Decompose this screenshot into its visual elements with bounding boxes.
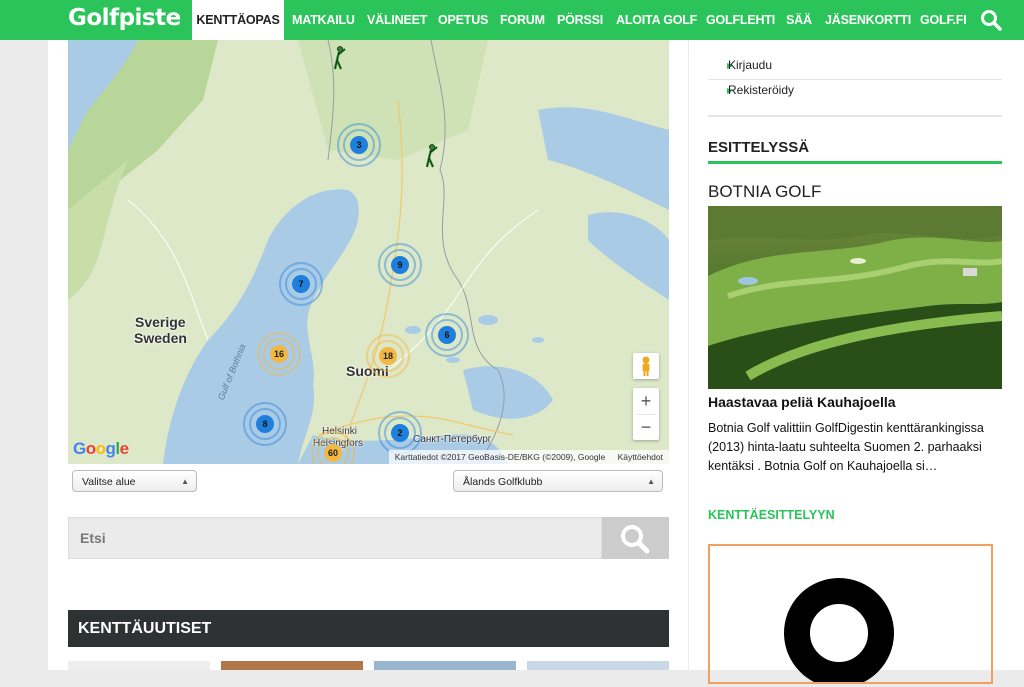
search-icon[interactable] [980, 9, 1002, 31]
map-cluster[interactable]: 18 [366, 334, 410, 378]
featured-section-title: ESITTELYSSÄ [708, 139, 810, 156]
map-attribution: Karttatiedot ©2017 GeoBasis-DE/BKG (©200… [388, 450, 669, 464]
nav-golflehti[interactable]: GOLFLEHTI [706, 0, 775, 40]
news-thumbnail[interactable] [68, 661, 210, 670]
nav-jasenkortti[interactable]: JÄSENKORTTI [825, 0, 911, 40]
nav-matkailu[interactable]: MATKAILU [292, 0, 355, 40]
ad-box[interactable] [708, 544, 993, 687]
map-cluster[interactable]: 8 [243, 402, 287, 446]
course-map[interactable]: Gulf of Bothnia Sverige Sweden Suomi Hel… [68, 40, 669, 464]
nav-golf-fi[interactable]: GOLF.FI [920, 0, 967, 40]
map-cluster[interactable]: 7 [279, 262, 323, 306]
news-thumbnail[interactable] [527, 661, 669, 670]
attribution-text: Karttatiedot ©2017 GeoBasis-DE/BKG (©200… [394, 452, 606, 462]
cluster-count: 16 [270, 345, 288, 363]
nav-opetus[interactable]: OPETUS [438, 0, 488, 40]
magnifier-icon [621, 525, 650, 554]
club-select-value: Ålands Golfklubb [463, 476, 543, 488]
nav-porssi[interactable]: PÖRSSI [557, 0, 603, 40]
map-terrain [68, 40, 669, 464]
zoom-control: + − [633, 388, 659, 440]
terms-link[interactable]: Käyttöehdot [618, 452, 663, 462]
feature-title[interactable]: BOTNIA GOLF [708, 182, 821, 202]
map-label-sweden: Sweden [134, 330, 187, 346]
map-cluster[interactable]: 3 [337, 123, 381, 167]
cluster-count: 18 [379, 347, 397, 365]
golfer-marker-icon[interactable] [424, 144, 438, 168]
region-select-value: Valitse alue [82, 476, 136, 488]
map-cluster[interactable]: 9 [378, 243, 422, 287]
golfer-marker-icon[interactable] [332, 46, 346, 70]
divider [708, 79, 1002, 80]
cluster-count: 2 [391, 424, 409, 442]
feature-headline[interactable]: Haastavaa peliä Kauhajoella [708, 394, 896, 410]
feature-photo[interactable] [708, 206, 1002, 389]
map-cluster[interactable]: 6 [425, 313, 469, 357]
news-thumbnail[interactable] [221, 661, 363, 670]
nav-aloita-golf[interactable]: ALOITA GOLF [616, 0, 697, 40]
google-logo: Google [73, 439, 129, 458]
map-label-sverige: Sverige [135, 314, 186, 330]
zoom-in-button[interactable]: + [633, 388, 659, 414]
loading-spinner-icon [784, 578, 894, 687]
nav-saa[interactable]: SÄÄ [786, 0, 812, 40]
nav-forum[interactable]: FORUM [500, 0, 545, 40]
login-link[interactable]: Kirjaudu [728, 58, 772, 72]
map-label-spb: Санкт-Петербург [413, 434, 492, 445]
map-cluster[interactable]: 2 [378, 411, 422, 455]
register-link[interactable]: Rekisteröidy [728, 83, 794, 97]
search-button[interactable] [602, 517, 669, 559]
cluster-count: 6 [438, 326, 456, 344]
section-underline [708, 161, 1002, 164]
cluster-count: 3 [350, 136, 368, 154]
nav-valineet[interactable]: VÄLINEET [367, 0, 427, 40]
site-logo[interactable]: Golfpiste [68, 5, 181, 31]
search-input[interactable]: Etsi [68, 517, 602, 559]
cluster-count: 8 [256, 415, 274, 433]
top-navigation: Golfpiste KENTTÄOPAS MATKAILU VÄLINEET O… [0, 0, 1024, 40]
nav-kenttaopas[interactable]: KENTTÄOPAS [192, 0, 284, 40]
feature-body: Botnia Golf valittiin GolfDigestin kentt… [708, 421, 984, 473]
news-section-title: KENTTÄUUTISET [68, 610, 669, 647]
club-select[interactable]: Ålands Golfklubb ▲ [453, 470, 663, 492]
read-more-link[interactable]: KENTTÄESITTELYYN [708, 508, 835, 522]
cluster-count: 60 [324, 444, 342, 462]
cluster-count: 9 [391, 256, 409, 274]
cluster-count: 7 [292, 275, 310, 293]
divider [708, 115, 1002, 117]
select-arrows-icon: ▲ [181, 477, 189, 486]
news-thumbnail[interactable] [374, 661, 516, 670]
map-cluster[interactable]: 16 [257, 332, 301, 376]
zoom-out-button[interactable]: − [633, 415, 659, 440]
select-arrows-icon: ▲ [647, 477, 655, 486]
region-select[interactable]: Valitse alue ▲ [72, 470, 197, 492]
street-view-pegman-icon[interactable] [633, 353, 659, 379]
